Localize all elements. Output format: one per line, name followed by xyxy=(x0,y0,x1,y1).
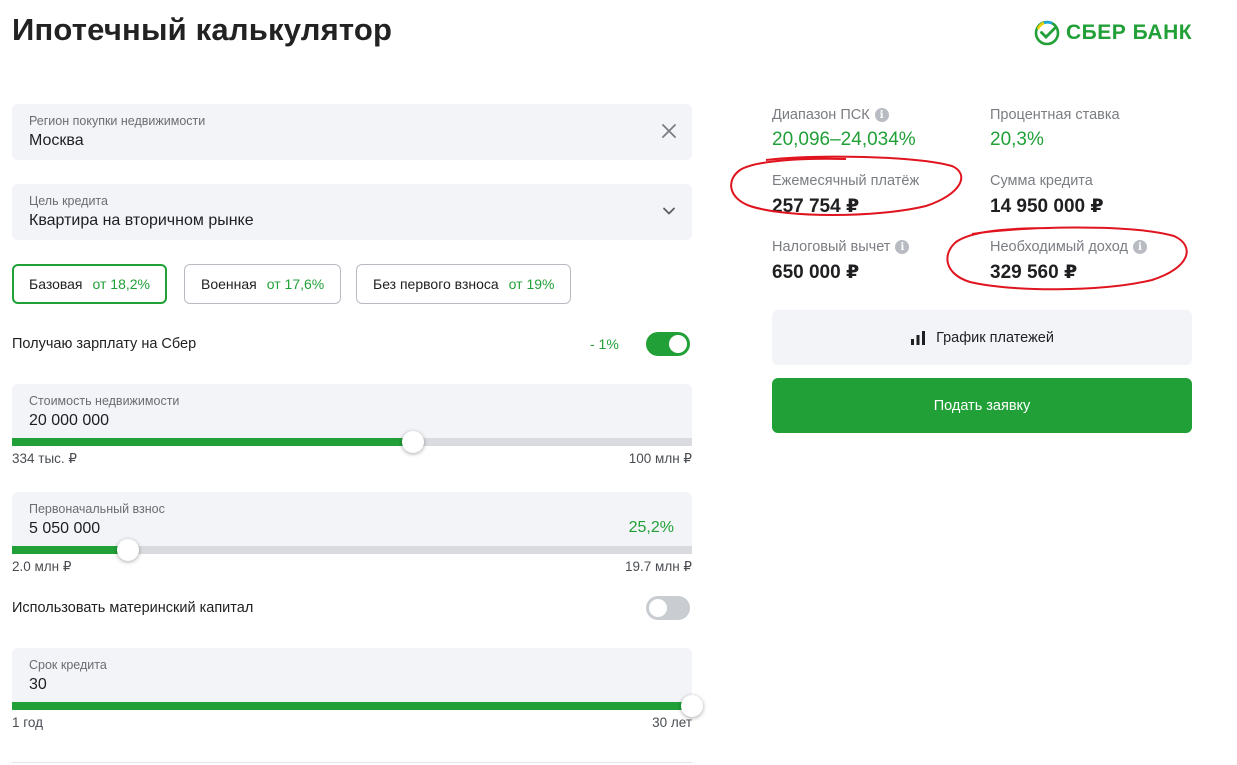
payment-schedule-label: График платежей xyxy=(936,329,1054,346)
tax-deduction-label-text: Налоговый вычет xyxy=(772,239,891,255)
program-rate: от 17,6% xyxy=(266,276,325,292)
toggle-knob xyxy=(649,599,667,617)
toggle-knob xyxy=(669,335,687,353)
region-label: Регион покупки недвижимости xyxy=(29,114,206,128)
property-cost-slider[interactable] xyxy=(12,431,692,453)
down-payment-label: Первоначальный взнос xyxy=(29,502,165,516)
program-chip-military[interactable]: Военная от 17,6% xyxy=(184,264,342,304)
rate-value: 20,3% xyxy=(990,129,1044,150)
required-income-stat: Необходимый доход i 329 560 ₽ xyxy=(990,239,1147,284)
info-icon[interactable]: i xyxy=(1133,240,1147,254)
slider-thumb[interactable] xyxy=(402,431,425,453)
slider-fill xyxy=(12,546,128,554)
down-payment-percent: 25,2% xyxy=(628,519,674,536)
required-income-label: Необходимый доход i xyxy=(990,239,1147,255)
slider-fill xyxy=(12,702,692,710)
brand-name: СБЕР БАНК xyxy=(1066,21,1193,44)
rate-stat: Процентная ставка 20,3% xyxy=(990,107,1120,151)
property-cost-label: Стоимость недвижимости xyxy=(29,394,180,408)
down-payment-slider[interactable] xyxy=(12,539,692,561)
info-icon[interactable]: i xyxy=(874,108,889,122)
loan-sum-value: 14 950 000 ₽ xyxy=(990,196,1104,217)
bar-chart-icon xyxy=(911,330,926,345)
monthly-payment-stat: Ежемесячный платёж 257 754 ₽ xyxy=(772,173,919,218)
down-payment-value: 5 050 000 xyxy=(29,520,101,537)
monthly-payment-label: Ежемесячный платёж xyxy=(772,173,920,189)
monthly-payment-value: 257 754 ₽ xyxy=(772,196,860,217)
range-max-label: 100 млн ₽ xyxy=(628,451,692,466)
apply-button[interactable]: Подать заявку xyxy=(772,378,1192,433)
maternity-toggle[interactable] xyxy=(646,596,690,620)
salary-label: Получаю зарплату на Сбер xyxy=(12,336,197,352)
salary-toggle[interactable] xyxy=(646,332,690,356)
page-title: Ипотечный калькулятор xyxy=(12,12,393,47)
range-min-label: 334 тыс. ₽ xyxy=(12,451,78,466)
rate-label: Процентная ставка xyxy=(990,107,1120,123)
program-name: Без первого взноса xyxy=(373,276,499,292)
tax-deduction-stat: Налоговый вычет i 650 000 ₽ xyxy=(772,239,910,284)
program-rate: от 19% xyxy=(508,276,555,292)
loan-sum-stat: Сумма кредита 14 950 000 ₽ xyxy=(990,173,1104,218)
credit-goal-label: Цель кредита xyxy=(29,194,108,208)
term-label: Срок кредита xyxy=(29,658,107,672)
credit-goal-value: Квартира на вторичном рынке xyxy=(29,212,254,229)
sber-logo[interactable]: СБЕР БАНК xyxy=(1034,20,1192,46)
range-min-label: 2.0 млн ₽ xyxy=(12,559,72,574)
payment-schedule-button[interactable]: График платежей xyxy=(772,310,1192,365)
down-payment-field[interactable]: Первоначальный взнос 5 050 000 25,2% xyxy=(12,492,692,554)
chevron-down-icon xyxy=(663,207,675,215)
tax-deduction-value: 650 000 ₽ xyxy=(772,262,860,283)
slider-thumb[interactable] xyxy=(116,539,139,561)
program-name: Базовая xyxy=(29,276,83,292)
psk-label: Диапазон ПСК i xyxy=(772,107,916,123)
program-chip-basic[interactable]: Базовая от 18,2% xyxy=(12,264,167,304)
range-min-label: 1 год xyxy=(12,715,43,730)
term-slider[interactable] xyxy=(12,695,703,717)
range-max-label: 19.7 млн ₽ xyxy=(625,559,692,574)
program-name: Военная xyxy=(201,276,257,292)
slider-thumb[interactable] xyxy=(681,695,703,717)
property-cost-field[interactable]: Стоимость недвижимости 20 000 000 xyxy=(12,384,692,446)
salary-discount: - 1% xyxy=(590,336,619,352)
psk-label-text: Диапазон ПСК xyxy=(772,107,870,123)
maternity-label: Использовать материнский капитал xyxy=(12,600,254,616)
loan-sum-label: Сумма кредита xyxy=(990,173,1093,189)
close-icon[interactable] xyxy=(660,122,678,140)
term-value: 30 xyxy=(29,676,47,693)
program-chip-no-down-payment[interactable]: Без первого взноса от 19% xyxy=(356,264,572,304)
region-select[interactable]: Регион покупки недвижимости Москва xyxy=(12,104,692,160)
info-icon[interactable]: i xyxy=(895,240,910,254)
term-field[interactable]: Срок кредита 30 xyxy=(12,648,692,710)
program-rate: от 18,2% xyxy=(92,276,150,292)
slider-fill xyxy=(12,438,414,446)
sber-logo-icon xyxy=(1034,20,1060,46)
credit-goal-select[interactable]: Цель кредита Квартира на вторичном рынке xyxy=(12,184,692,240)
apply-label: Подать заявку xyxy=(933,397,1031,414)
required-income-label-text: Необходимый доход xyxy=(990,239,1128,255)
range-max-label: 30 лет xyxy=(652,715,692,730)
divider xyxy=(12,762,692,763)
tax-deduction-label: Налоговый вычет i xyxy=(772,239,910,255)
region-value: Москва xyxy=(29,132,84,149)
psk-value: 20,096–24,034% xyxy=(772,129,916,150)
psk-stat: Диапазон ПСК i 20,096–24,034% xyxy=(772,107,916,151)
required-income-value: 329 560 ₽ xyxy=(990,262,1078,283)
property-cost-value: 20 000 000 xyxy=(29,412,110,429)
